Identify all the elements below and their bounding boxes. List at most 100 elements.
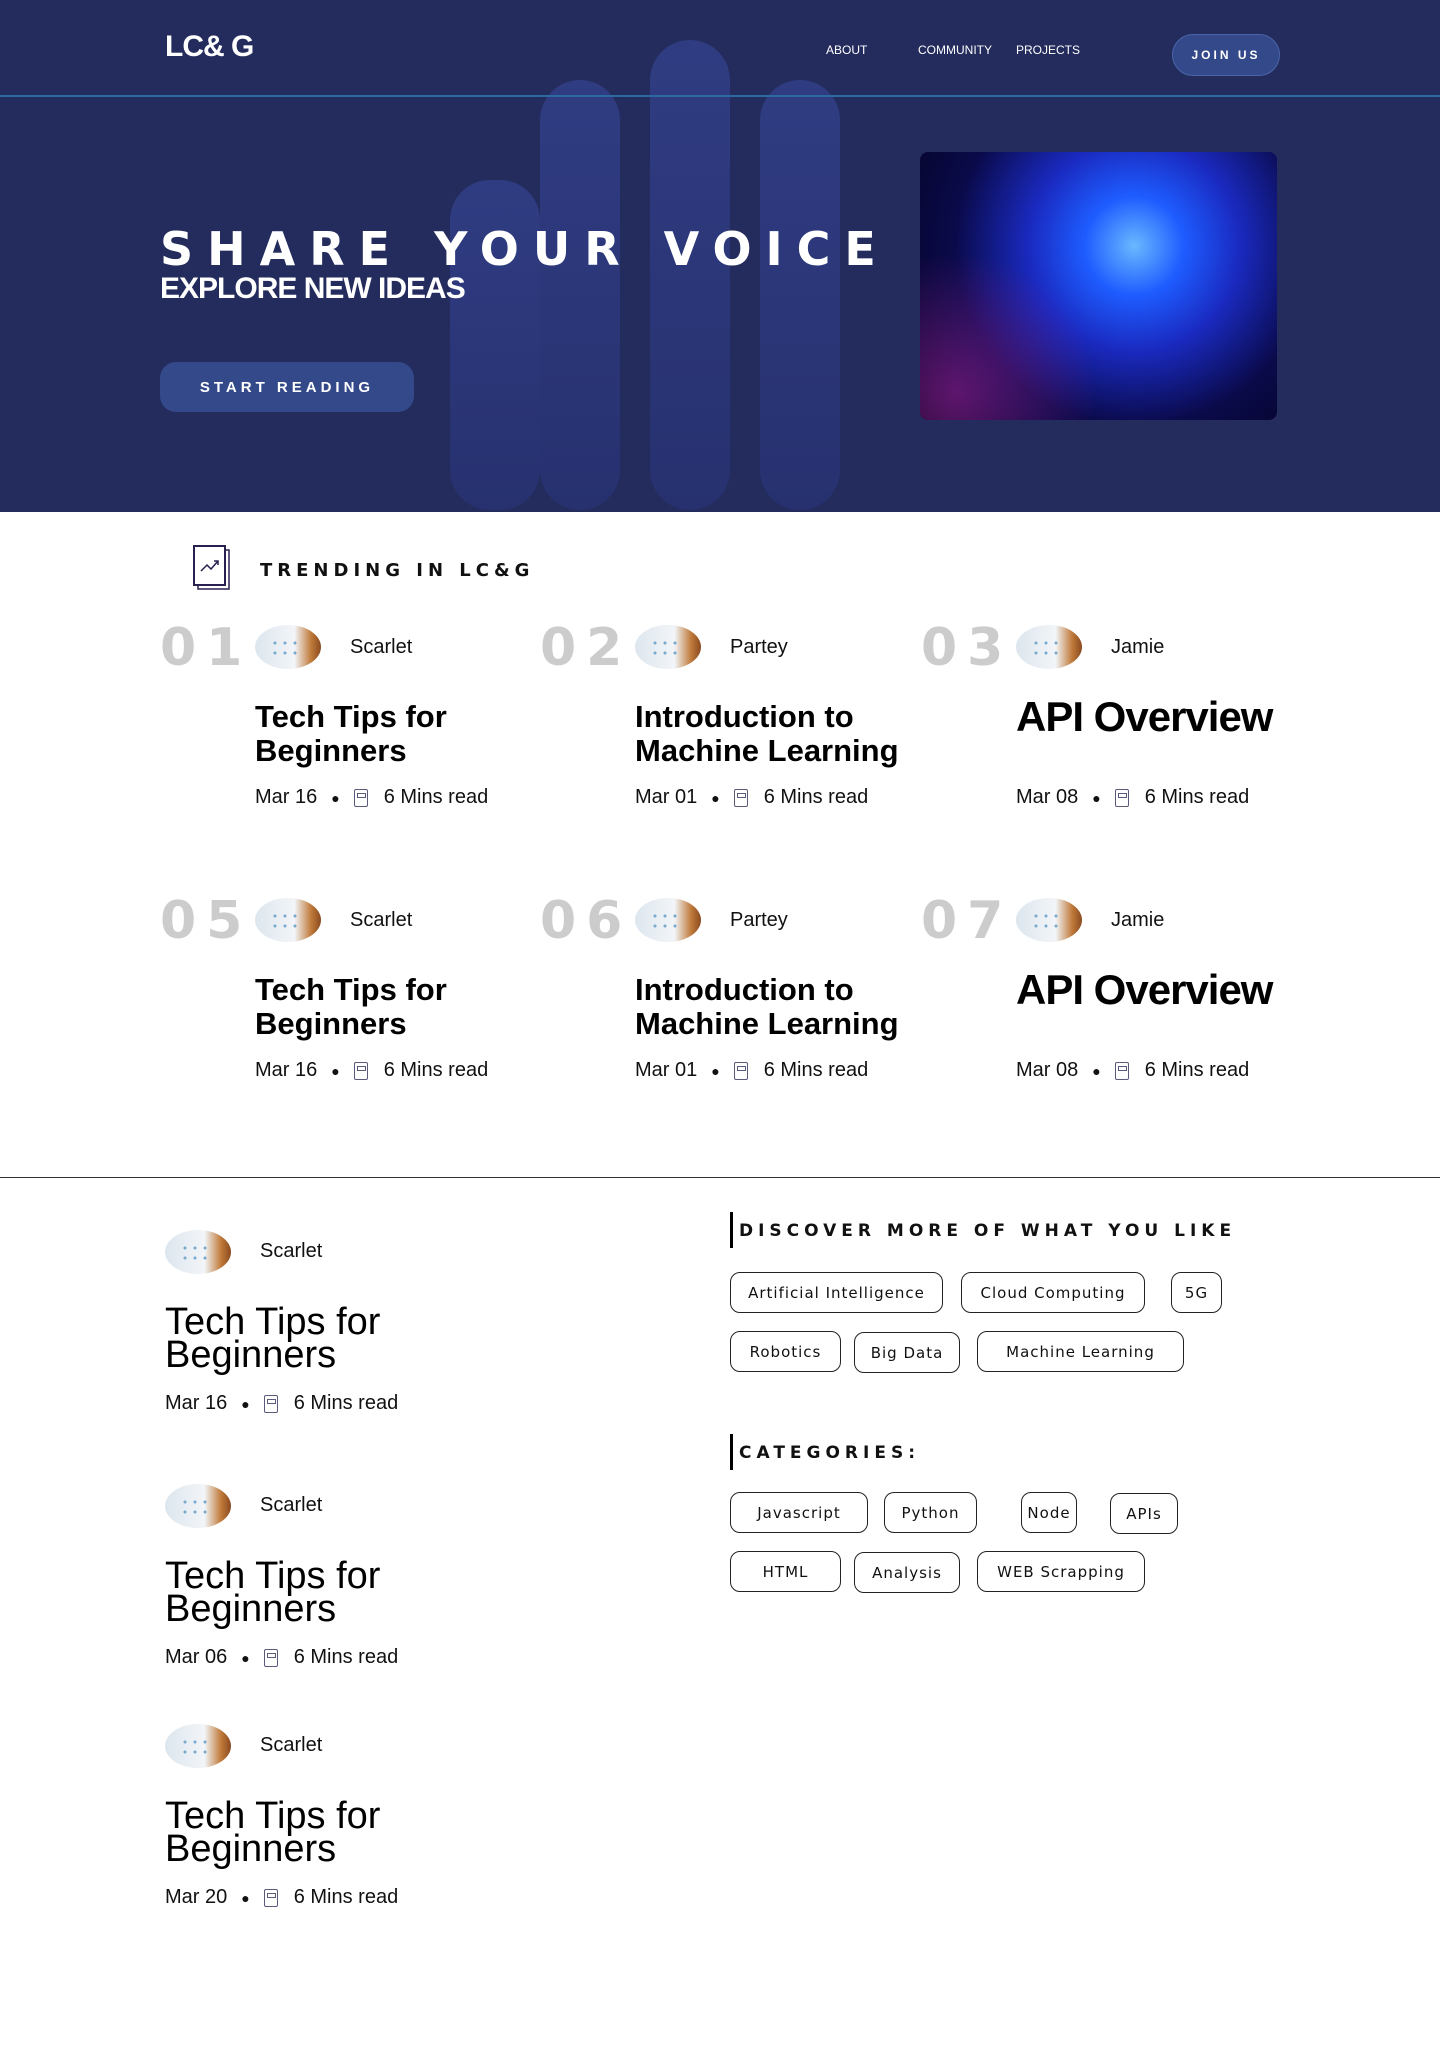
article-date: Mar 16 xyxy=(165,1392,228,1414)
read-time: 6 Mins read xyxy=(1144,1059,1250,1081)
read-time: 6 Mins read xyxy=(1144,786,1250,808)
author-name[interactable]: Jamie xyxy=(1111,909,1164,932)
topic-tag[interactable]: Robotics xyxy=(730,1331,841,1372)
trending-card[interactable]: 05 Scarlet Tech Tips for Beginners Mar 1… xyxy=(160,891,520,1131)
avatar xyxy=(165,1484,231,1528)
article-date: Mar 06 xyxy=(165,1646,228,1668)
separator-dot: ● xyxy=(1092,789,1101,806)
read-time: 6 Mins read xyxy=(763,786,869,808)
article-title[interactable]: API Overview xyxy=(1016,969,1276,1011)
categories-heading: CATEGORIES: xyxy=(730,1434,920,1470)
topic-tag[interactable]: Cloud Computing xyxy=(961,1272,1145,1313)
nav-community[interactable]: COMMUNITY xyxy=(918,43,992,57)
avatar xyxy=(1016,898,1082,942)
topic-tag[interactable]: 5G xyxy=(1171,1272,1222,1313)
topic-tag[interactable]: Machine Learning xyxy=(977,1331,1184,1372)
join-us-button[interactable]: JOIN US xyxy=(1172,34,1280,76)
read-time: 6 Mins read xyxy=(383,786,489,808)
separator-dot: ● xyxy=(241,1889,250,1906)
avatar xyxy=(165,1230,231,1274)
article-title[interactable]: API Overview xyxy=(1016,696,1276,738)
article-meta: Mar 16 ● 6 Mins read xyxy=(255,786,488,809)
separator-dot: ● xyxy=(711,1062,720,1079)
read-time: 6 Mins read xyxy=(763,1059,869,1081)
separator-dot: ● xyxy=(241,1649,250,1666)
trending-card[interactable]: 07 Jamie API Overview Mar 08 ● 6 Mins read xyxy=(921,891,1281,1131)
hero-background-hand xyxy=(540,80,620,510)
article-title[interactable]: Tech Tips for Beginners xyxy=(255,700,525,768)
trending-rank: 05 xyxy=(160,891,253,951)
article-title[interactable]: Tech Tips for Beginners xyxy=(255,973,525,1041)
trending-card[interactable]: 01 Scarlet Tech Tips for Beginners Mar 1… xyxy=(160,618,520,858)
read-time: 6 Mins read xyxy=(293,1392,399,1414)
trending-card[interactable]: 03 Jamie API Overview Mar 08 ● 6 Mins read xyxy=(921,618,1281,858)
separator-dot: ● xyxy=(711,789,720,806)
separator-dot: ● xyxy=(331,1062,340,1079)
discover-heading: DISCOVER MORE OF WHAT YOU LIKE xyxy=(730,1212,1236,1248)
author-name[interactable]: Partey xyxy=(730,636,788,659)
article-title[interactable]: Introduction to Machine Learning xyxy=(635,700,905,768)
article-date: Mar 20 xyxy=(165,1886,228,1908)
hero-title: SHARE YOUR VOICE xyxy=(160,222,890,276)
category-tag[interactable]: Javascript xyxy=(730,1492,868,1533)
book-icon xyxy=(263,1888,278,1907)
trending-rank: 03 xyxy=(921,618,1014,678)
start-reading-button[interactable]: START READING xyxy=(160,362,414,412)
category-tag[interactable]: Node xyxy=(1021,1492,1077,1533)
author-name[interactable]: Jamie xyxy=(1111,636,1164,659)
trending-rank: 02 xyxy=(540,618,633,678)
article-title[interactable]: Tech Tips for Beginners xyxy=(165,1303,395,1374)
category-tag[interactable]: WEB Scrapping xyxy=(977,1551,1145,1592)
category-tag[interactable]: APIs xyxy=(1110,1493,1178,1534)
post-card[interactable]: Scarlet Tech Tips for Beginners Mar 16 ● 6… xyxy=(165,1228,565,1468)
book-icon xyxy=(263,1648,278,1667)
category-tag[interactable]: Python xyxy=(884,1492,977,1533)
category-tag[interactable]: Analysis xyxy=(854,1552,960,1593)
article-date: Mar 01 xyxy=(635,1059,698,1081)
author-name[interactable]: Scarlet xyxy=(260,1494,322,1517)
hero-fiber-optic-image xyxy=(920,152,1277,420)
category-tag[interactable]: HTML xyxy=(730,1551,841,1592)
topic-tag[interactable]: Artificial Intelligence xyxy=(730,1272,943,1313)
article-meta: Mar 16 ● 6 Mins read xyxy=(255,1059,488,1082)
trending-up-icon xyxy=(193,545,230,590)
trending-heading: TRENDING IN LC&G xyxy=(260,560,535,581)
book-icon xyxy=(733,1061,748,1080)
separator-dot: ● xyxy=(241,1395,250,1412)
nav-about[interactable]: ABOUT xyxy=(826,43,867,57)
book-icon xyxy=(263,1394,278,1413)
article-title[interactable]: Introduction to Machine Learning xyxy=(635,973,905,1041)
article-title[interactable]: Tech Tips for Beginners xyxy=(165,1797,425,1868)
trending-rank: 01 xyxy=(160,618,253,678)
article-title[interactable]: Tech Tips for Beginners xyxy=(165,1557,425,1628)
article-date: Mar 01 xyxy=(635,786,698,808)
author-name[interactable]: Scarlet xyxy=(260,1240,322,1263)
article-meta: Mar 20 ● 6 Mins read xyxy=(165,1886,398,1909)
article-meta: Mar 08 ● 6 Mins read xyxy=(1016,1059,1249,1082)
author-name[interactable]: Scarlet xyxy=(350,636,412,659)
trending-rank: 06 xyxy=(540,891,633,951)
read-time: 6 Mins read xyxy=(293,1886,399,1908)
trending-card[interactable]: 06 Partey Introduction to Machine Learni… xyxy=(540,891,900,1131)
author-name[interactable]: Scarlet xyxy=(350,909,412,932)
post-card[interactable]: Scarlet Tech Tips for Beginners Mar 20 ● 6… xyxy=(165,1722,565,1962)
trending-card[interactable]: 02 Partey Introduction to Machine Learni… xyxy=(540,618,900,858)
avatar xyxy=(255,625,321,669)
hero-subtitle: EXPLORE NEW IDEAS xyxy=(160,272,466,305)
trending-rank: 07 xyxy=(921,891,1014,951)
article-meta: Mar 08 ● 6 Mins read xyxy=(1016,786,1249,809)
read-time: 6 Mins read xyxy=(293,1646,399,1668)
book-icon xyxy=(1114,1061,1129,1080)
post-card[interactable]: Scarlet Tech Tips for Beginners Mar 06 ● 6… xyxy=(165,1482,565,1722)
separator-dot: ● xyxy=(331,789,340,806)
author-name[interactable]: Partey xyxy=(730,909,788,932)
section-divider xyxy=(0,1177,1440,1178)
book-icon xyxy=(353,1061,368,1080)
topic-tag[interactable]: Big Data xyxy=(854,1332,960,1373)
article-meta: Mar 06 ● 6 Mins read xyxy=(165,1646,398,1669)
nav-projects[interactable]: PROJECTS xyxy=(1016,43,1080,57)
article-date: Mar 16 xyxy=(255,786,318,808)
logo[interactable]: LC& G xyxy=(165,30,254,64)
author-name[interactable]: Scarlet xyxy=(260,1734,322,1757)
hero-background-hand xyxy=(760,80,840,510)
